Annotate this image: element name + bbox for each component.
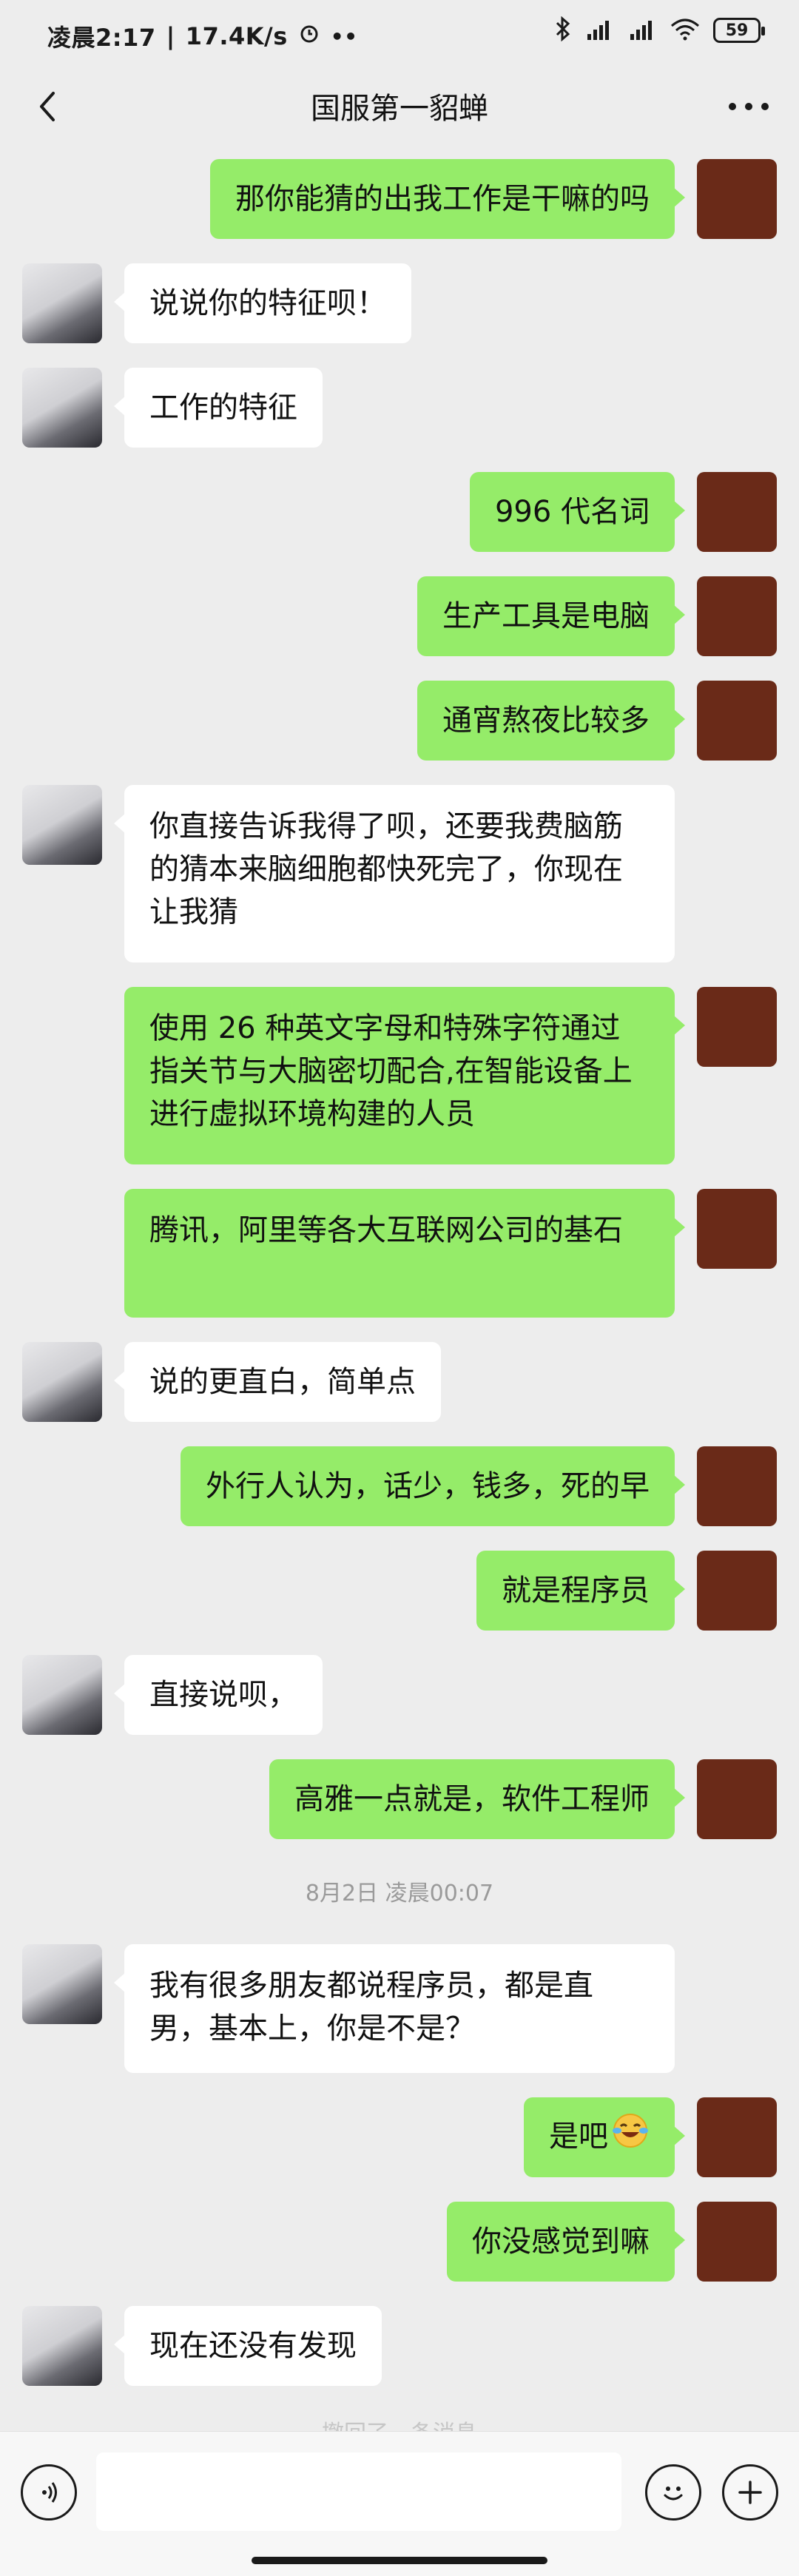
message-bubble[interactable]: 腾讯，阿里等各大互联网公司的基石	[124, 1189, 685, 1318]
self-avatar[interactable]	[697, 1189, 777, 1269]
message-bubble[interactable]: 说说你的特征呗！	[114, 263, 411, 343]
message-bubble[interactable]: 说的更直白，简单点	[114, 1342, 441, 1422]
message-bubble[interactable]: 现在还没有发现	[114, 2306, 382, 2386]
status-separator: |	[166, 22, 175, 50]
laughing-crying-emoji-icon	[611, 2111, 650, 2162]
more-dots-icon: ••	[330, 24, 358, 49]
self-avatar[interactable]	[697, 159, 777, 239]
message-bubble[interactable]: 你没感觉到嘛	[447, 2202, 685, 2282]
message-bubble[interactable]: 生产工具是电脑	[417, 576, 685, 656]
message-input[interactable]	[96, 2452, 621, 2531]
contact-avatar[interactable]	[22, 2306, 102, 2386]
alarm-icon	[298, 22, 320, 50]
contact-avatar[interactable]	[22, 263, 102, 343]
self-avatar[interactable]	[697, 1759, 777, 1839]
self-avatar[interactable]	[697, 1551, 777, 1631]
message-bubble[interactable]: 工作的特征	[114, 368, 323, 448]
contact-avatar[interactable]	[22, 368, 102, 448]
chat-title: 国服第一貂蝉	[311, 92, 488, 126]
battery-icon: 59	[713, 18, 765, 43]
contact-avatar[interactable]	[22, 1342, 102, 1422]
contact-avatar[interactable]	[22, 785, 102, 865]
plus-icon	[738, 2481, 762, 2504]
chat-screen: 凌晨2:17 | 17.4K/s •• 59 国服第一貂蝉 那你能猜的出我工作是…	[0, 0, 799, 2576]
message-bubble[interactable]: 我有很多朋友都说程序员，都是直男，基本上，你是不是？	[114, 1944, 675, 2073]
message-bubble[interactable]: 通宵熬夜比较多	[417, 681, 685, 761]
contact-avatar[interactable]	[22, 1655, 102, 1735]
message-bubble[interactable]: 外行人认为，话少，钱多，死的早	[181, 1446, 685, 1526]
faded-system-notice: 撤回了一条消息	[0, 2415, 799, 2431]
more-functions-button[interactable]	[722, 2464, 778, 2521]
message-text: 是吧	[549, 2120, 608, 2154]
message-bubble[interactable]: 是吧	[524, 2097, 685, 2177]
self-avatar[interactable]	[697, 472, 777, 552]
status-bar: 凌晨2:17 | 17.4K/s •• 59	[0, 0, 799, 74]
message-bubble[interactable]: 高雅一点就是，软件工程师	[269, 1759, 685, 1839]
network-speed: 17.4K/s	[185, 22, 288, 50]
signal-icon	[627, 16, 657, 44]
contact-avatar[interactable]	[22, 1944, 102, 2024]
message-bubble[interactable]: 你直接告诉我得了呗，还要我费脑筋的猜本来脑细胞都快死完了，你现在让我猜	[114, 785, 675, 962]
voice-button[interactable]	[21, 2464, 77, 2521]
self-avatar[interactable]	[697, 987, 777, 1067]
self-avatar[interactable]	[697, 681, 777, 761]
more-horizontal-icon	[729, 103, 769, 110]
wifi-icon	[670, 17, 700, 44]
message-bubble[interactable]: 使用 26 种英文字母和特殊字符通过指关节与大脑密切配合,在智能设备上进行虚拟环…	[124, 987, 685, 1164]
message-bubble[interactable]: 996 代名词	[469, 472, 686, 552]
bluetooth-icon	[555, 16, 571, 44]
input-bar	[0, 2431, 799, 2576]
chat-timestamp: 8月2日 凌晨00:07	[305, 1881, 494, 1906]
message-bubble[interactable]: 就是程序员	[476, 1551, 685, 1631]
chat-header: 国服第一貂蝉	[0, 74, 799, 135]
self-avatar[interactable]	[697, 2097, 777, 2177]
hd-signal-icon	[584, 16, 614, 44]
emoji-icon	[664, 2486, 683, 2501]
emoji-button[interactable]	[645, 2464, 701, 2521]
message-bubble[interactable]: 直接说呗，	[114, 1655, 323, 1735]
self-avatar[interactable]	[697, 2202, 777, 2282]
message-bubble[interactable]: 那你能猜的出我工作是干嘛的吗	[210, 159, 685, 239]
home-indicator[interactable]	[252, 2557, 547, 2564]
voice-icon	[42, 2482, 57, 2503]
battery-level: 59	[725, 21, 749, 40]
self-avatar[interactable]	[697, 576, 777, 656]
status-time: 凌晨2:17	[47, 24, 156, 52]
more-button[interactable]	[719, 80, 778, 133]
self-avatar[interactable]	[697, 1446, 777, 1526]
